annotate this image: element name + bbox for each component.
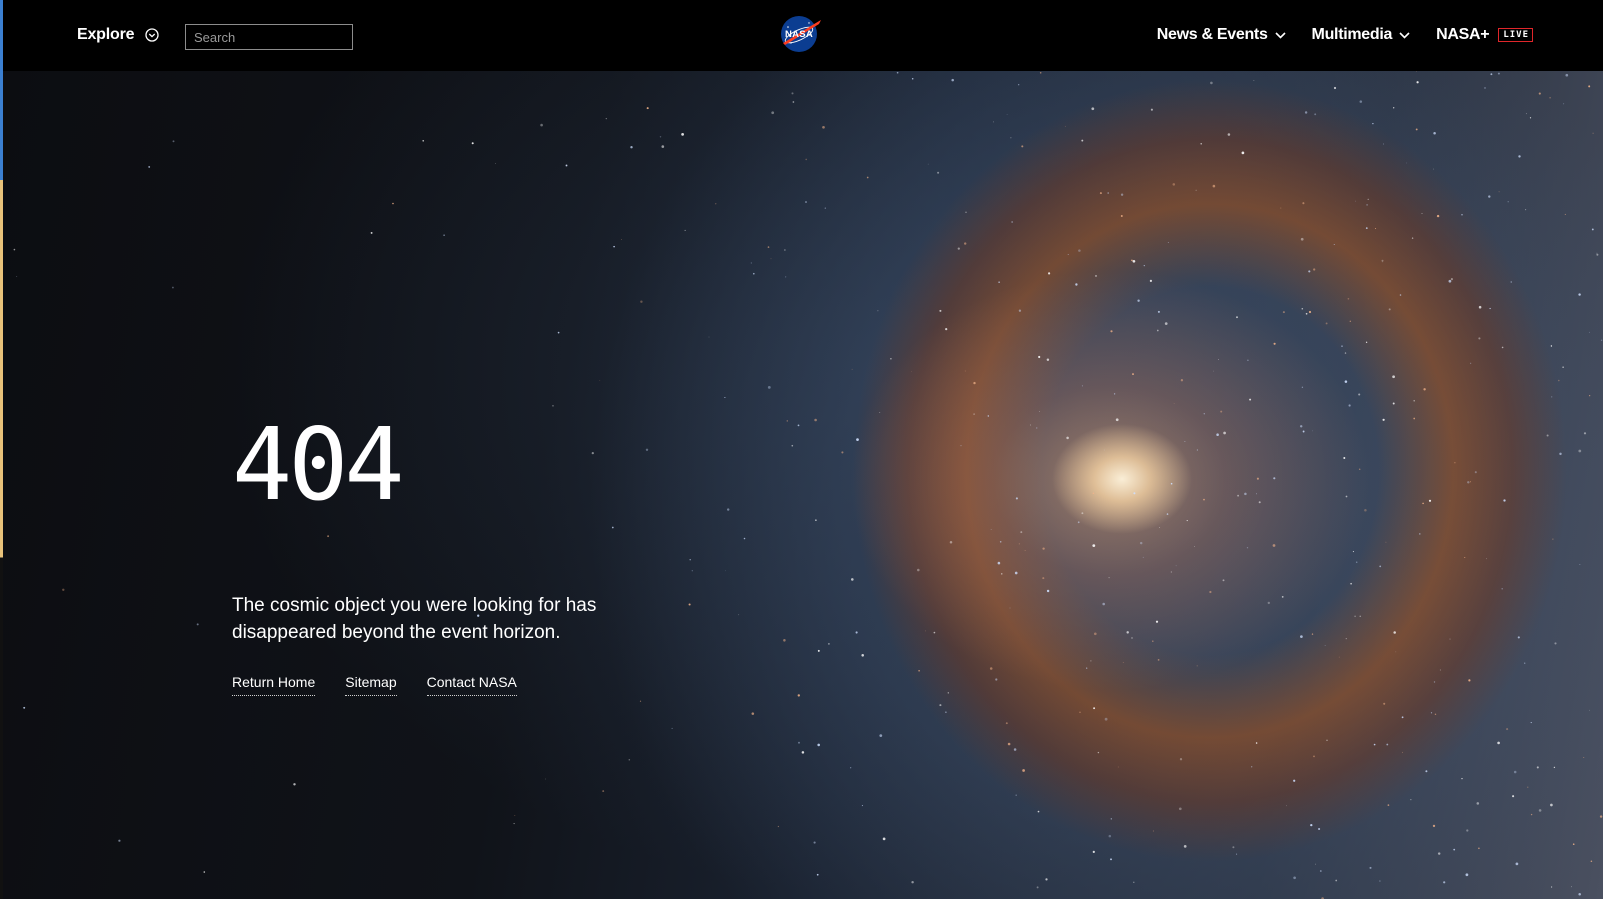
sitemap-link[interactable]: Sitemap (345, 674, 397, 696)
chevron-down-icon (1399, 31, 1410, 39)
chevron-down-circle-icon (145, 28, 159, 42)
error-code: 404 (232, 406, 405, 523)
nasa-logo[interactable]: NASA (779, 14, 823, 54)
nav-news-events-label: News & Events (1156, 26, 1268, 43)
explore-menu-button[interactable]: Explore (77, 26, 159, 44)
return-home-link[interactable]: Return Home (232, 674, 316, 696)
nav-nasa-plus-label: NASA+ (1436, 26, 1490, 43)
nav-nasa-plus[interactable]: NASA+ LIVE (1436, 26, 1533, 44)
error-links: Return Home Sitemap Contact NASA (232, 674, 517, 696)
logo-wordmark: NASA (785, 29, 813, 40)
nav-news-events[interactable]: News & Events (1157, 26, 1286, 44)
site-header: Explore NASA News & Events (0, 0, 1603, 71)
error-message: The cosmic object you were looking for h… (232, 595, 597, 643)
contact-nasa-link[interactable]: Contact NASA (426, 674, 517, 696)
nav-multimedia[interactable]: Multimedia (1312, 26, 1411, 44)
explore-label: Explore (77, 26, 135, 43)
main-nav: News & Events Multimedia NASA+ LIVE (1157, 26, 1533, 44)
window-edge (0, 0, 3, 899)
chevron-down-icon (1274, 31, 1286, 39)
page: Explore NASA News & Events (0, 0, 1603, 899)
search-input[interactable] (185, 24, 353, 50)
nav-multimedia-label: Multimedia (1311, 26, 1393, 43)
live-badge: LIVE (1498, 28, 1533, 42)
